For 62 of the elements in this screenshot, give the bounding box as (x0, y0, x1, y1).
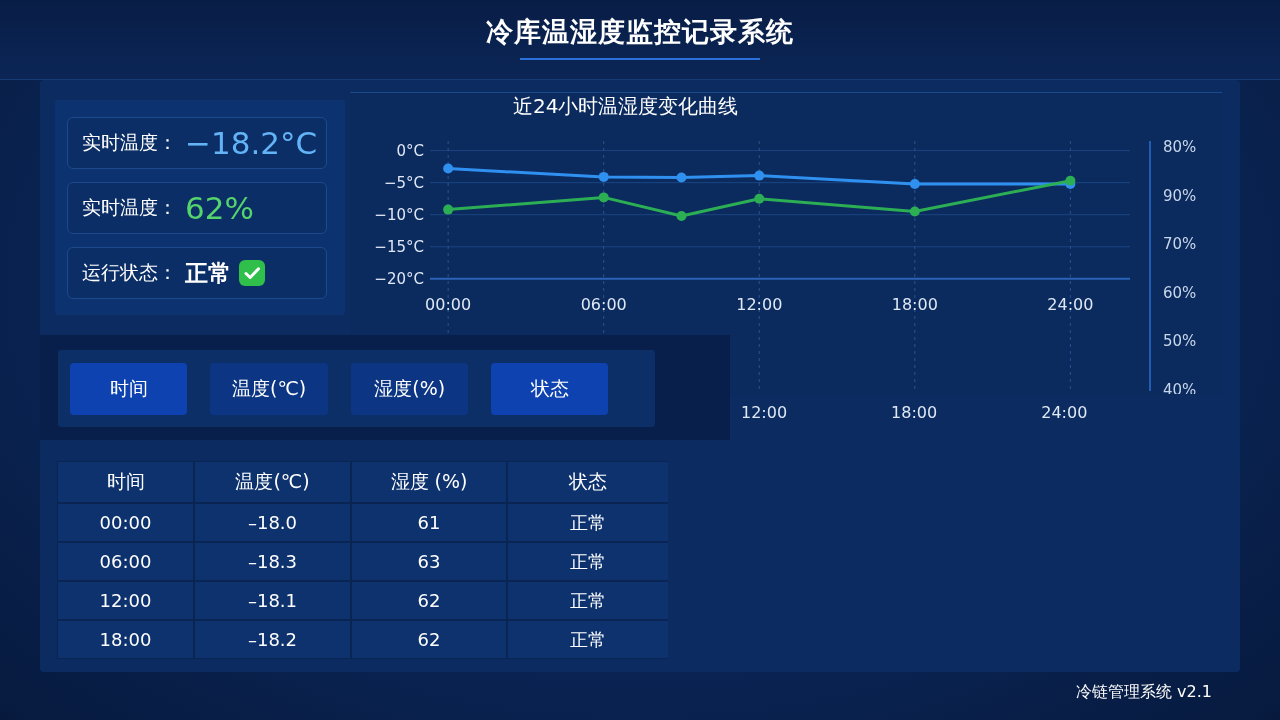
reading-value: −18.2°C (185, 125, 318, 161)
data-point (754, 170, 765, 181)
table-cell: –18.0 (195, 504, 350, 541)
axis-label: 18:00 (891, 403, 938, 423)
axis-label: 90% (1163, 186, 1197, 205)
table-cell: –18.1 (195, 582, 350, 619)
axis-label: −15°C (374, 237, 424, 256)
reading-label: 实时温度： (82, 195, 177, 220)
axis-label: 00:00 (425, 295, 472, 314)
reading-label: 运行状态： (82, 260, 177, 285)
axis-label: 0°C (396, 141, 424, 160)
table-header-cell: 状态 (508, 462, 668, 502)
table-cell: 18:00 (58, 621, 193, 658)
chart-title: 近24小时温湿度变化曲线 (513, 93, 739, 119)
axis-label: 06:00 (580, 295, 627, 314)
axis-label: 70% (1163, 235, 1197, 254)
axis-label: −10°C (374, 205, 424, 224)
axis-label: 24:00 (1047, 295, 1094, 314)
data-point (754, 193, 765, 204)
data-point (598, 171, 609, 182)
column-button[interactable]: 温度(℃) (210, 362, 329, 415)
data-point (676, 172, 687, 183)
table-cell: 06:00 (58, 543, 193, 580)
version-label: 冷链管理系统 v2.1 (1076, 682, 1212, 702)
table-cell: 正常 (508, 543, 668, 580)
table-header-cell: 时间 (58, 462, 193, 502)
table-header-cell: 湿度 (%) (352, 462, 506, 502)
column-button[interactable]: 状态 (491, 362, 609, 415)
page-title: 冷库温湿度监控记录系统 (486, 15, 794, 49)
column-button[interactable]: 湿度(%) (351, 362, 469, 415)
axis-label: 50% (1163, 332, 1197, 351)
table-header-cell: 温度(℃) (195, 462, 350, 502)
table-cell: 正常 (508, 621, 668, 658)
data-point (443, 163, 454, 174)
table-cell: 12:00 (58, 582, 193, 619)
axis-label: −20°C (374, 269, 424, 288)
axis-label: −5°C (383, 173, 424, 192)
axis-label: 60% (1163, 283, 1197, 302)
table-cell: –18.3 (195, 543, 350, 580)
column-button[interactable]: 时间 (70, 362, 187, 415)
table-cell: 62 (352, 621, 506, 658)
data-point (443, 204, 454, 215)
data-point (676, 211, 687, 221)
data-point (909, 206, 920, 217)
axis-label: 12:00 (741, 403, 788, 423)
check-icon (239, 260, 265, 286)
table-cell: 62 (352, 582, 506, 619)
reading-label: 实时温度： (82, 130, 177, 155)
table-cell: –18.2 (195, 621, 350, 658)
axis-label: 18:00 (891, 295, 938, 314)
axis-label: 80% (1163, 138, 1197, 156)
axis-label: 24:00 (1041, 403, 1088, 423)
table-cell: 正常 (508, 582, 668, 619)
table-cell: 63 (352, 543, 506, 580)
reading-value: 62% (185, 190, 254, 226)
table-cell: 正常 (508, 504, 668, 541)
axis-label: 12:00 (736, 295, 783, 314)
table-cell: 61 (352, 504, 506, 541)
status-value: 正常 (185, 258, 231, 288)
data-point (598, 192, 609, 203)
data-point (909, 178, 920, 189)
table-cell: 00:00 (58, 504, 193, 541)
